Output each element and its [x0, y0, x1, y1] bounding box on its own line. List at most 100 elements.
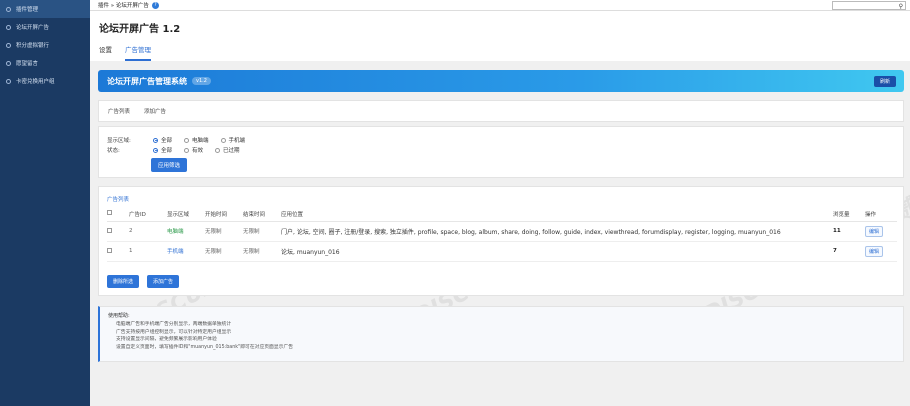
topbar: 插件 » 论坛开屏广告 ? ⚲	[90, 0, 910, 11]
subtab-bar: 广告列表 添加广告	[98, 100, 904, 122]
delete-selected-button[interactable]: 删除所选	[107, 275, 140, 288]
radio-unchecked[interactable]	[184, 147, 190, 153]
system-banner: 论坛开屏广告管理系统 v1.2 刷新	[98, 70, 904, 92]
ad-table: 广告ID 显示区域 开始时间 结束时间 应用位置 浏览量 操作 2 电脑端 无限…	[107, 207, 897, 262]
status-radio-all[interactable]: 全部	[153, 146, 172, 154]
select-all-checkbox[interactable]	[107, 210, 112, 216]
notes-title: 使用帮助:	[108, 313, 130, 319]
area-radio-pc[interactable]: 电脑端	[184, 136, 209, 144]
cell-area: 手机端	[167, 241, 205, 262]
select-all-cell	[107, 207, 129, 222]
area-label: 显示区域:	[107, 138, 131, 144]
col-actions: 操作	[865, 207, 897, 222]
radio-label: 全部	[161, 138, 173, 144]
row-select-cell	[107, 221, 129, 242]
area-radio-all[interactable]: 全部	[153, 136, 172, 144]
circle-icon	[6, 42, 11, 48]
row-select-cell	[107, 241, 129, 262]
status-radio-expired[interactable]: 已过期	[215, 146, 240, 154]
cell-views: 7	[833, 241, 865, 262]
area-filter-row: 显示区域: 全部 电脑端 手机端	[107, 136, 257, 144]
subtab-add-ad[interactable]: 添加广告	[144, 107, 166, 115]
ad-list-panel: 广告列表 广告ID 显示区域 开始时间 结束时间 应用位置 浏览量 操作 2 电…	[98, 186, 904, 296]
sidebar-item-label: 卡密兑换用户组	[16, 79, 55, 85]
refresh-button[interactable]: 刷新	[873, 76, 896, 87]
cell-id: 1	[129, 241, 167, 262]
col-position: 应用位置	[281, 207, 833, 222]
cell-end: 无限制	[243, 241, 281, 262]
sidebar-item-wish-message[interactable]: 愿望留言	[0, 54, 90, 72]
cell-start: 无限制	[205, 221, 243, 242]
add-ad-button[interactable]: 添加广告	[147, 275, 180, 288]
cell-action: 编辑	[865, 221, 897, 242]
cell-position: 门户, 论坛, 空间, 圈子, 注册/登录, 搜索, 独立插件, profile…	[281, 221, 833, 242]
sidebar-item-label: 插件管理	[16, 7, 39, 13]
table-header-row: 广告ID 显示区域 开始时间 结束时间 应用位置 浏览量 操作	[107, 207, 897, 222]
edit-button[interactable]: 编辑	[865, 225, 884, 237]
radio-label: 已过期	[223, 148, 240, 154]
radio-checked[interactable]	[153, 137, 158, 143]
table-row: 1 手机端 无限制 无限制 论坛, muanyun_016 7 编辑	[107, 241, 897, 262]
row-checkbox[interactable]	[107, 227, 112, 233]
radio-label: 手机端	[228, 138, 246, 144]
radio-checked[interactable]	[153, 147, 158, 153]
sidebar-item-virtual-bank[interactable]: 积分虚拟银行	[0, 36, 90, 54]
status-filter-row: 状态: 全部 有效 已过期	[107, 146, 252, 154]
row-checkbox[interactable]	[107, 247, 112, 253]
subtab-ad-list[interactable]: 广告列表	[108, 107, 130, 115]
tab-settings[interactable]: 设置	[99, 44, 112, 61]
sidebar: 插件管理 论坛开屏广告 积分虚拟银行 愿望留言 卡密兑换用户组	[0, 0, 90, 406]
sidebar-item-plugin-manage[interactable]: 插件管理	[0, 0, 90, 18]
list-title: 广告列表	[107, 197, 130, 203]
cell-start: 无限制	[205, 241, 243, 262]
radio-unchecked[interactable]	[215, 147, 221, 153]
circle-icon	[6, 6, 11, 12]
breadcrumb: 插件 » 论坛开屏广告	[98, 3, 149, 9]
circle-icon	[6, 60, 11, 66]
note-line: 广告支持按用户组控制显示，可以针对特定用户组显示	[116, 329, 232, 335]
radio-unchecked[interactable]	[184, 137, 190, 143]
sidebar-item-card-exchange[interactable]: 卡密兑换用户组	[0, 72, 90, 90]
radio-label: 全部	[161, 148, 173, 154]
cell-views: 11	[833, 221, 865, 242]
status-label: 状态:	[107, 148, 120, 154]
tab-bar: 设置 广告管理	[99, 44, 164, 61]
cell-position: 论坛, muanyun_016	[281, 241, 833, 262]
circle-icon	[6, 78, 11, 84]
cell-id: 2	[129, 221, 167, 242]
table-row: 2 电脑端 无限制 无限制 门户, 论坛, 空间, 圈子, 注册/登录, 搜索,…	[107, 221, 897, 242]
col-area: 显示区域	[167, 207, 205, 222]
col-start: 开始时间	[205, 207, 243, 222]
col-id: 广告ID	[129, 207, 167, 222]
cell-end: 无限制	[243, 221, 281, 242]
cell-area: 电脑端	[167, 221, 205, 242]
col-views: 浏览量	[833, 207, 865, 222]
cell-action: 编辑	[865, 241, 897, 262]
radio-unchecked[interactable]	[220, 137, 226, 143]
note-line: 设置自定义页面时，填写插件ID和"muanyun_015:bank"即可在对应页…	[116, 344, 294, 350]
help-notes: 使用帮助: 电脑端广告和手机端广告分别显示，两端数据单独统计 广告支持按用户组控…	[98, 306, 904, 362]
page-title: 论坛开屏广告 1.2	[99, 24, 181, 35]
sidebar-item-splash-ad[interactable]: 论坛开屏广告	[0, 18, 90, 36]
page-header: 论坛开屏广告 1.2 设置 广告管理	[90, 11, 910, 61]
version-badge: v1.2	[192, 77, 211, 85]
status-radio-valid[interactable]: 有效	[184, 146, 203, 154]
tab-ad-manage[interactable]: 广告管理	[125, 44, 151, 61]
circle-icon	[6, 24, 11, 30]
area-radio-mobile[interactable]: 手机端	[220, 136, 246, 144]
filter-panel: 显示区域: 全部 电脑端 手机端 状态: 全部 有效 已过期 应用筛选	[98, 126, 904, 178]
sidebar-item-label: 积分虚拟银行	[16, 43, 50, 49]
note-line: 电脑端广告和手机端广告分别显示，两端数据单独统计	[116, 322, 232, 327]
help-icon[interactable]: ?	[151, 1, 159, 9]
col-end: 结束时间	[243, 207, 281, 222]
sidebar-item-label: 愿望留言	[16, 61, 39, 67]
search-icon[interactable]: ⚲	[899, 3, 903, 10]
radio-label: 有效	[192, 148, 204, 154]
radio-label: 电脑端	[192, 138, 209, 144]
banner-title: 论坛开屏广告管理系统	[107, 76, 187, 86]
apply-filter-button[interactable]: 应用筛选	[151, 158, 188, 172]
search-input[interactable]: ⚲	[832, 1, 906, 10]
note-line: 支持设置显示间隔，避免频繁展示影响用户体验	[116, 337, 217, 342]
sidebar-item-label: 论坛开屏广告	[16, 25, 50, 31]
edit-button[interactable]: 编辑	[865, 245, 884, 257]
